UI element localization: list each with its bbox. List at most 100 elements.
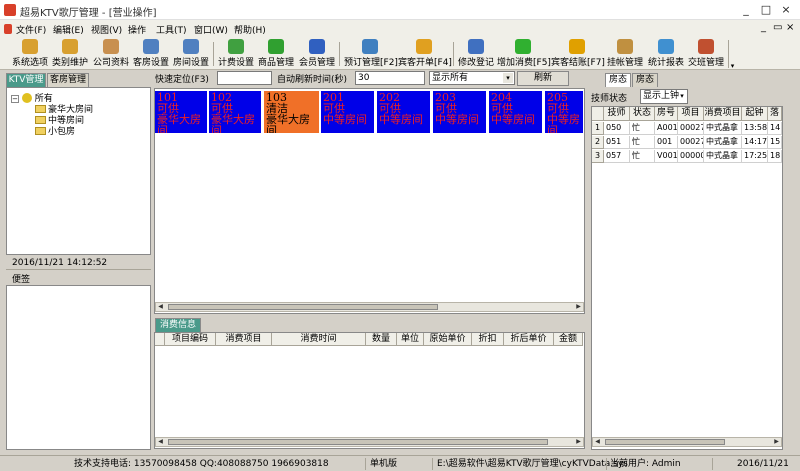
reservation-button[interactable]: 预订管理[F2] — [344, 39, 398, 69]
menu-view[interactable]: 视图(V) — [91, 23, 122, 36]
menu-help[interactable]: 帮助(H) — [234, 23, 266, 36]
table-cell[interactable]: 中式晶拿 — [704, 150, 742, 163]
table-cell[interactable]: 忙 — [630, 122, 655, 135]
scroll-thumb[interactable] — [168, 439, 548, 445]
open-order-button[interactable]: 宾客开单[F4] — [398, 39, 452, 69]
close-button[interactable]: × — [776, 3, 796, 17]
tree-item-medium[interactable]: 中等房间 — [35, 116, 84, 127]
col-status[interactable]: 状态 — [630, 107, 655, 121]
col-unit[interactable]: 单位 — [397, 333, 424, 346]
table-cell[interactable]: 050 — [604, 122, 630, 135]
billing-settings-button[interactable]: 计费设置 — [218, 39, 254, 69]
table-cell[interactable]: 001 — [655, 136, 678, 149]
refresh-button[interactable]: 刷新 — [517, 71, 569, 86]
display-filter-select[interactable]: 显示所有 ▾ — [429, 71, 515, 85]
room-tile[interactable]: 203 可供 中等房间 — [433, 91, 486, 133]
table-cell[interactable]: A001 — [655, 122, 678, 135]
tree-item-small[interactable]: 小包房 — [35, 127, 75, 138]
auto-refresh-input[interactable]: 30 — [355, 71, 425, 85]
app-menu-icon[interactable] — [4, 24, 12, 34]
menu-operation[interactable]: 操作 — [128, 23, 146, 36]
tree-item-deluxe[interactable]: 豪华大房间 — [35, 105, 93, 116]
table-cell[interactable]: 15: — [768, 136, 782, 149]
table-cell[interactable]: 17:25 — [742, 150, 768, 163]
shift-management-button[interactable]: 交班管理 — [688, 39, 724, 69]
statistics-report-button[interactable]: 统计报表 — [648, 39, 684, 69]
col-quantity[interactable]: 数量 — [366, 333, 397, 346]
table-cell[interactable]: 18: — [768, 150, 782, 163]
table-cell[interactable]: 14:17 — [742, 136, 768, 149]
col-amount[interactable]: 金额 — [554, 333, 583, 346]
room-tile[interactable]: 202 可供 中等房间 — [377, 91, 430, 133]
scroll-left-icon[interactable]: ◀ — [593, 438, 602, 446]
room-tile[interactable]: 103 清洁 豪华大房间 — [264, 91, 319, 133]
mdi-minimize-button[interactable]: _ — [761, 22, 766, 33]
scroll-right-icon[interactable]: ▶ — [772, 438, 781, 446]
mdi-restore-button[interactable]: ▭ — [773, 22, 782, 33]
col-discounted-price[interactable]: 折后单价 — [504, 333, 554, 346]
quick-locate-input[interactable] — [217, 71, 272, 85]
table-cell[interactable]: 中式晶拿 — [704, 136, 742, 149]
scroll-right-icon[interactable]: ▶ — [574, 303, 583, 311]
maximize-button[interactable]: □ — [756, 3, 776, 17]
company-info-button[interactable]: 公司资料 — [93, 39, 129, 69]
collapse-icon[interactable]: − — [11, 95, 19, 103]
col-item-code[interactable]: 项目编码 — [165, 333, 216, 346]
table-cell[interactable]: 00027 — [678, 122, 704, 135]
menu-window[interactable]: 窗口(W) — [194, 23, 228, 36]
modify-registration-button[interactable]: 修改登记 — [458, 39, 494, 69]
menu-tools[interactable]: 工具(T) — [156, 23, 187, 36]
col-consume-item[interactable]: 消费项目 — [704, 107, 742, 121]
consumption-hscrollbar[interactable]: ◀ ▶ — [155, 437, 584, 447]
room-settings-button[interactable]: 房间设置 — [173, 39, 209, 69]
member-management-button[interactable]: 会员管理 — [299, 39, 335, 69]
technician-hscrollbar[interactable]: ◀ ▶ — [592, 437, 782, 447]
col-original-price[interactable]: 原始单价 — [424, 333, 472, 346]
table-cell[interactable]: 00000 — [678, 150, 704, 163]
scroll-left-icon[interactable]: ◀ — [156, 303, 165, 311]
col-item[interactable]: 项目 — [678, 107, 704, 121]
chevron-down-icon[interactable]: ▾ — [678, 91, 686, 101]
menu-file[interactable]: 文件(F) — [16, 23, 46, 36]
col-discount[interactable]: 折扣 — [472, 333, 504, 346]
scroll-thumb[interactable] — [605, 439, 725, 445]
chevron-down-icon[interactable]: ▾ — [503, 73, 513, 83]
scroll-left-icon[interactable]: ◀ — [156, 438, 165, 446]
tab-room-status-2[interactable]: 房态 — [632, 73, 658, 87]
col-consume-time[interactable]: 消费时间 — [272, 333, 366, 346]
table-cell[interactable]: V001 — [655, 150, 678, 163]
room-grid-hscrollbar[interactable]: ◀ ▶ — [155, 302, 584, 312]
room-tile[interactable]: 102 可供 豪华大房间 — [209, 91, 261, 133]
tab-guestroom-management[interactable]: 客房管理 — [47, 73, 89, 87]
table-cell[interactable]: 忙 — [630, 150, 655, 163]
scroll-thumb[interactable] — [168, 304, 438, 310]
col-end-time[interactable]: 落 — [768, 107, 782, 121]
room-tile[interactable]: 101 可供 豪华大房间 — [155, 91, 207, 133]
col-consume-item[interactable]: 消费项目 — [216, 333, 272, 346]
room-tile[interactable]: 201 可供 中等房间 — [321, 91, 374, 133]
menu-edit[interactable]: 编辑(E) — [53, 23, 84, 36]
credit-management-button[interactable]: 挂帐管理 — [607, 39, 643, 69]
table-cell[interactable]: 051 — [604, 136, 630, 149]
goods-management-button[interactable]: 商品管理 — [258, 39, 294, 69]
table-cell[interactable]: 忙 — [630, 136, 655, 149]
tree-root[interactable]: − 所有 — [11, 93, 53, 105]
col-technician[interactable]: 技师 — [604, 107, 630, 121]
tab-room-status-1[interactable]: 房态 — [605, 73, 631, 87]
table-cell[interactable]: 057 — [604, 150, 630, 163]
system-options-button[interactable]: 系统选项 — [12, 39, 48, 69]
room-tile[interactable]: 204 可供 中等房间 — [489, 91, 542, 133]
tab-ktv-management[interactable]: KTV管理 — [6, 73, 46, 87]
toolbar-overflow-button[interactable]: ▾ — [728, 40, 736, 70]
notes-area[interactable] — [6, 285, 151, 450]
add-consumption-button[interactable]: 增加消费[F5] — [497, 39, 551, 69]
tab-consumption-info[interactable]: 消费信息 — [155, 318, 201, 332]
table-cell[interactable]: 中式晶拿 — [704, 122, 742, 135]
table-cell[interactable]: 14: — [768, 122, 782, 135]
checkout-button[interactable]: 宾客结账[F7] — [551, 39, 605, 69]
minimize-button[interactable]: _ — [736, 3, 756, 17]
mdi-close-button[interactable]: × — [786, 22, 794, 33]
guestroom-settings-button[interactable]: 客房设置 — [133, 39, 169, 69]
tech-filter-select[interactable]: 显示上钟 ▾ — [640, 89, 688, 104]
category-maintain-button[interactable]: 类别维护 — [52, 39, 88, 69]
